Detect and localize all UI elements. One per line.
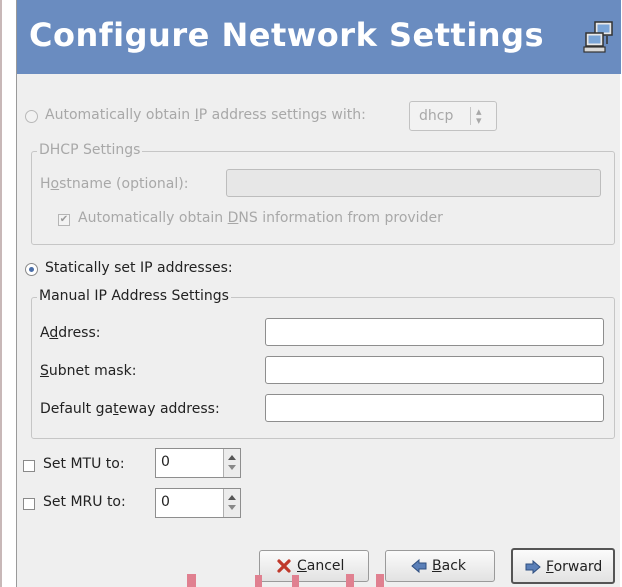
mtu-checkbox[interactable] [23,460,35,472]
gateway-input[interactable] [265,394,604,422]
network-computers-icon [583,21,613,53]
auto-ip-radio[interactable] [25,110,38,123]
decor-bar [346,574,354,587]
gateway-label: Default gateway address: [40,401,220,417]
subnet-mask-label: Subnet mask: [40,363,137,379]
decor-bar [376,574,384,587]
decor-bar [187,574,196,587]
auto-ip-label: Automatically obtain IP address settings… [45,107,366,123]
static-ip-radio[interactable] [25,263,38,276]
dialog-title: Configure Network Settings [29,16,545,54]
dhcp-frame-title: DHCP Settings [37,142,143,158]
spin-up-icon[interactable] [228,495,236,500]
spin-up-icon[interactable] [228,455,236,460]
dhcp-settings-frame: DHCP Settings Hostname (optional): ✔ Aut… [31,142,615,245]
back-arrow-icon [411,558,427,574]
mtu-spinbutton[interactable]: 0 [155,448,241,478]
hostname-input[interactable] [226,169,601,197]
left-window-edge [0,0,2,587]
mtu-value: 0 [161,454,170,470]
manual-frame-title: Manual IP Address Settings [37,288,231,304]
forward-label: Forward [546,559,603,575]
mtu-label: Set MTU to: [43,456,125,472]
back-button[interactable]: Back [385,550,495,582]
spin-down-icon[interactable] [228,505,236,510]
subnet-mask-input[interactable] [265,356,604,384]
combo-separator [470,107,471,125]
mru-value: 0 [161,494,170,510]
decor-bar [292,575,299,587]
hostname-label: Hostname (optional): [40,176,189,192]
dialog-header: Configure Network Settings [17,0,621,74]
forward-button[interactable]: Forward [511,548,615,584]
updown-arrow-icon: ▴ ▾ [476,105,482,127]
forward-arrow-icon [525,559,541,575]
mtu-spin-arrows[interactable] [223,449,240,477]
network-settings-dialog: Configure Network Settings Automatically… [16,0,621,587]
dhcp-method-combo[interactable]: dhcp ▴ ▾ [409,101,497,131]
dns-checkbox[interactable]: ✔ [58,214,70,226]
static-ip-label: Statically set IP addresses: [45,260,233,276]
spin-down-icon[interactable] [228,465,236,470]
cancel-label: Cancel [297,558,345,574]
back-label: Back [432,558,466,574]
manual-ip-frame: Manual IP Address Settings Address: Subn… [31,288,615,439]
cancel-x-icon [277,559,291,573]
mru-spinbutton[interactable]: 0 [155,488,241,518]
mru-label: Set MRU to: [43,494,126,510]
dns-label: Automatically obtain DNS information fro… [78,210,443,226]
mru-spin-arrows[interactable] [223,489,240,517]
combo-value: dhcp [419,108,454,124]
decor-bar [255,575,262,587]
mru-checkbox[interactable] [23,498,35,510]
address-input[interactable] [265,318,604,346]
address-label: Address: [40,325,101,341]
